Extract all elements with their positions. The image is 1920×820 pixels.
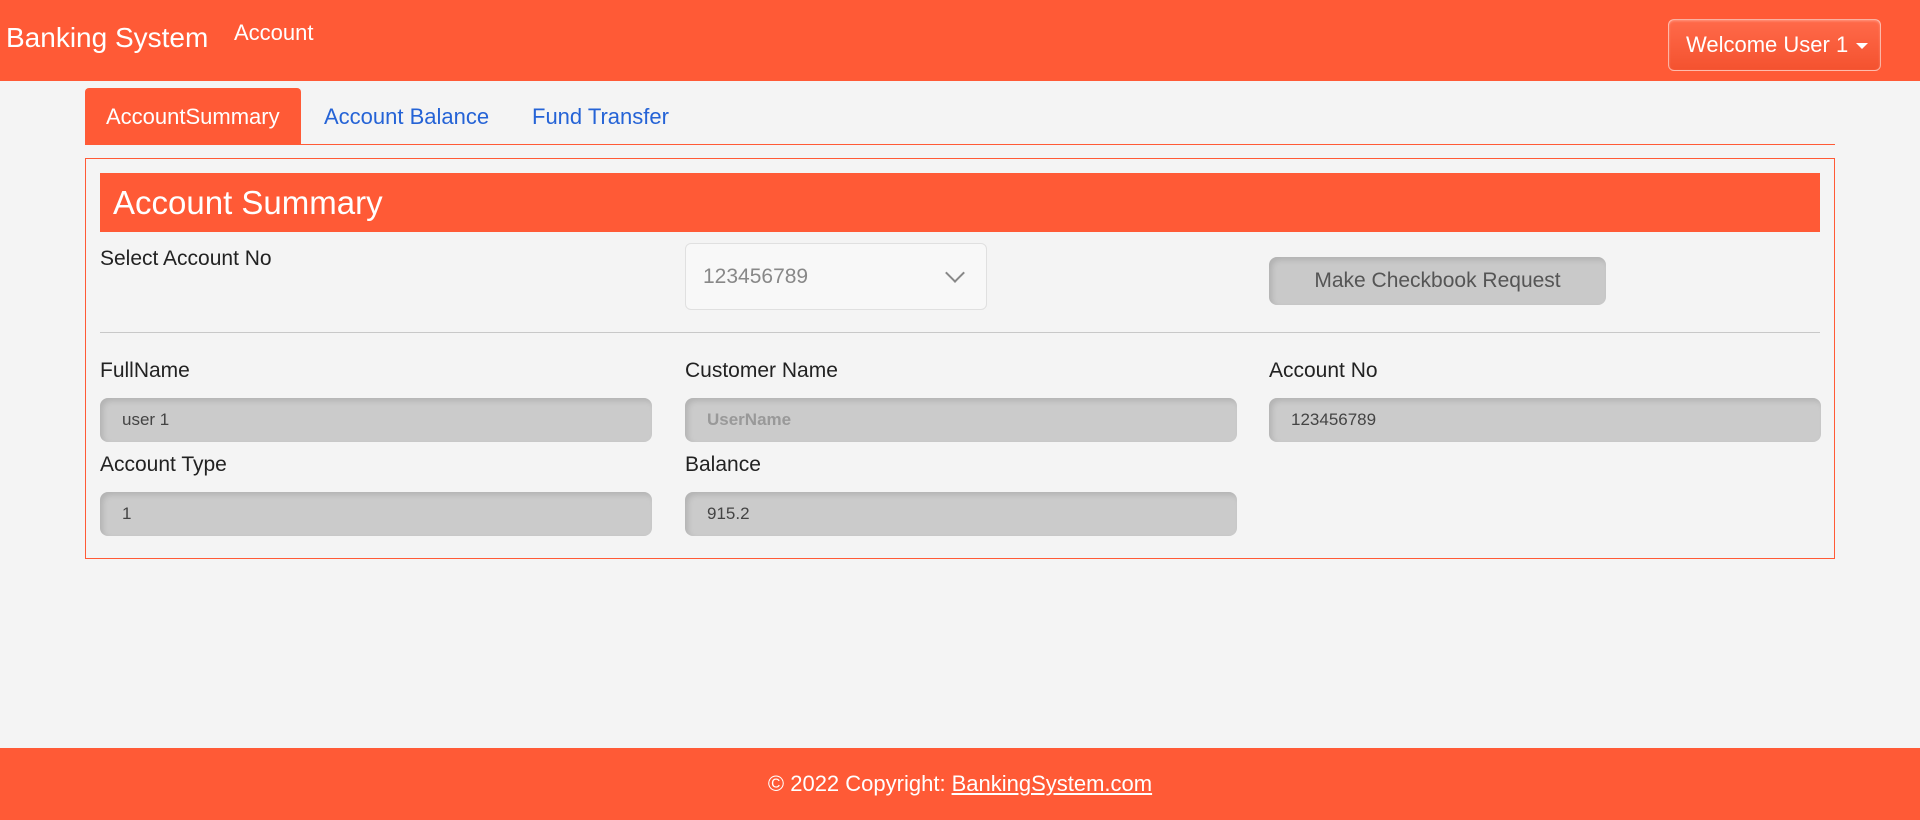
checkbook-request-button[interactable]: Make Checkbook Request <box>1269 257 1606 305</box>
user-menu-dropdown[interactable]: Welcome User 1 <box>1668 19 1881 71</box>
account-no-field[interactable]: 123456789 <box>1269 398 1821 442</box>
tab-account-balance[interactable]: Account Balance <box>324 88 489 145</box>
balance-label: Balance <box>685 453 761 476</box>
fullname-label: FullName <box>100 359 190 382</box>
nav-link-account[interactable]: Account <box>234 20 314 46</box>
customer-name-label: Customer Name <box>685 359 838 382</box>
account-tabs: AccountSummary Account Balance Fund Tran… <box>85 88 1835 145</box>
brand-title[interactable]: Banking System <box>6 22 208 54</box>
account-type-label: Account Type <box>100 453 227 476</box>
selected-account-value: 123456789 <box>703 264 809 288</box>
user-menu-label: Welcome User 1 <box>1686 32 1849 57</box>
account-no-label: Account No <box>1269 359 1378 382</box>
account-summary-panel: Account Summary Select Account No 123456… <box>85 158 1835 559</box>
footer-link[interactable]: BankingSystem.com <box>952 771 1153 797</box>
caret-down-icon <box>1856 43 1869 49</box>
footer: © 2022 Copyright: BankingSystem.com <box>0 748 1920 820</box>
account-type-field[interactable]: 1 <box>100 492 652 536</box>
account-number-select[interactable]: 123456789 <box>685 243 987 310</box>
balance-field[interactable]: 915.2 <box>685 492 1237 536</box>
tab-account-summary[interactable]: AccountSummary <box>85 88 301 145</box>
fullname-field[interactable]: user 1 <box>100 398 652 442</box>
select-account-label: Select Account No <box>100 247 272 270</box>
customer-name-field[interactable]: UserName <box>685 398 1237 442</box>
chevron-down-icon <box>945 263 965 283</box>
panel-title: Account Summary <box>100 173 1820 232</box>
footer-copyright: © 2022 Copyright: <box>767 771 946 796</box>
tab-fund-transfer[interactable]: Fund Transfer <box>532 88 669 145</box>
divider <box>100 332 1820 333</box>
top-navbar: Banking System Account Welcome User 1 <box>0 0 1920 81</box>
